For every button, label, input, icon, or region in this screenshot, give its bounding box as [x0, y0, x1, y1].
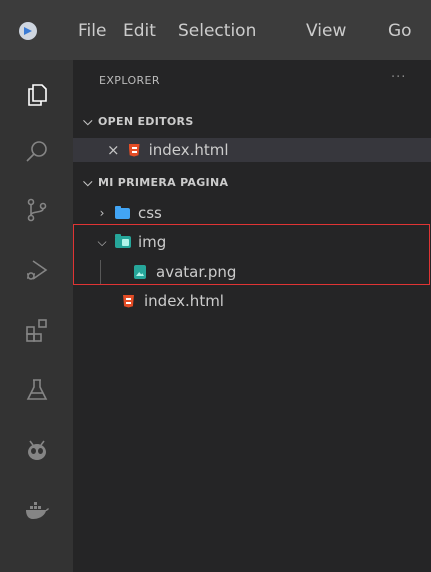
- run-debug-icon[interactable]: [0, 238, 73, 302]
- html-file-icon: [128, 143, 140, 157]
- workspace-label: MI PRIMERA PAGINA: [98, 175, 229, 189]
- chevron-down-icon: ⌵: [97, 234, 107, 249]
- image-file-icon: [134, 265, 146, 279]
- chevron-down-icon: ⌵: [83, 113, 93, 128]
- menu-selection[interactable]: Selection: [178, 21, 256, 41]
- open-editor-filename: index.html: [148, 141, 229, 159]
- platformio-icon[interactable]: [0, 418, 73, 482]
- explorer-sidebar: EXPLORER ··· ⌵ OPEN EDITORS × index.html…: [73, 60, 431, 572]
- tree-item-css[interactable]: › css: [73, 201, 431, 225]
- menu-view[interactable]: View: [306, 21, 346, 41]
- open-editors-header[interactable]: ⌵ OPEN EDITORS: [73, 109, 431, 133]
- testing-icon[interactable]: [0, 358, 73, 422]
- tree-item-index[interactable]: index.html: [73, 289, 431, 313]
- tree-item-img[interactable]: ⌵ img: [73, 230, 431, 254]
- css-folder-icon: [115, 205, 130, 219]
- workspace-header[interactable]: ⌵ MI PRIMERA PAGINA: [73, 170, 431, 194]
- tree-item-avatar[interactable]: avatar.png: [73, 260, 431, 284]
- close-icon[interactable]: ×: [107, 141, 120, 159]
- chevron-down-icon: ⌵: [83, 174, 93, 189]
- more-actions-icon[interactable]: ···: [391, 70, 406, 85]
- vscodium-logo-icon: [19, 22, 37, 40]
- avatar-file-label: avatar.png: [156, 263, 237, 281]
- css-folder-label: css: [138, 204, 162, 222]
- index-file-label: index.html: [144, 292, 224, 310]
- files-icon[interactable]: [0, 62, 73, 126]
- menu-go[interactable]: Go: [388, 21, 412, 41]
- extensions-icon[interactable]: [0, 298, 73, 362]
- html-file-icon: [123, 294, 134, 308]
- search-icon[interactable]: [0, 120, 73, 184]
- open-editors-label: OPEN EDITORS: [98, 114, 194, 128]
- activity-bar: [0, 60, 73, 572]
- title-bar: File Edit Selection View Go: [0, 0, 431, 60]
- explorer-title: EXPLORER: [99, 74, 160, 87]
- source-control-icon[interactable]: [0, 178, 73, 242]
- chevron-right-icon: ›: [99, 206, 105, 220]
- docker-icon[interactable]: [0, 478, 73, 542]
- open-editor-item[interactable]: × index.html: [73, 138, 431, 162]
- img-folder-icon: [115, 234, 131, 248]
- img-folder-label: img: [138, 233, 167, 251]
- menu-edit[interactable]: Edit: [123, 21, 156, 41]
- menu-file[interactable]: File: [78, 21, 106, 41]
